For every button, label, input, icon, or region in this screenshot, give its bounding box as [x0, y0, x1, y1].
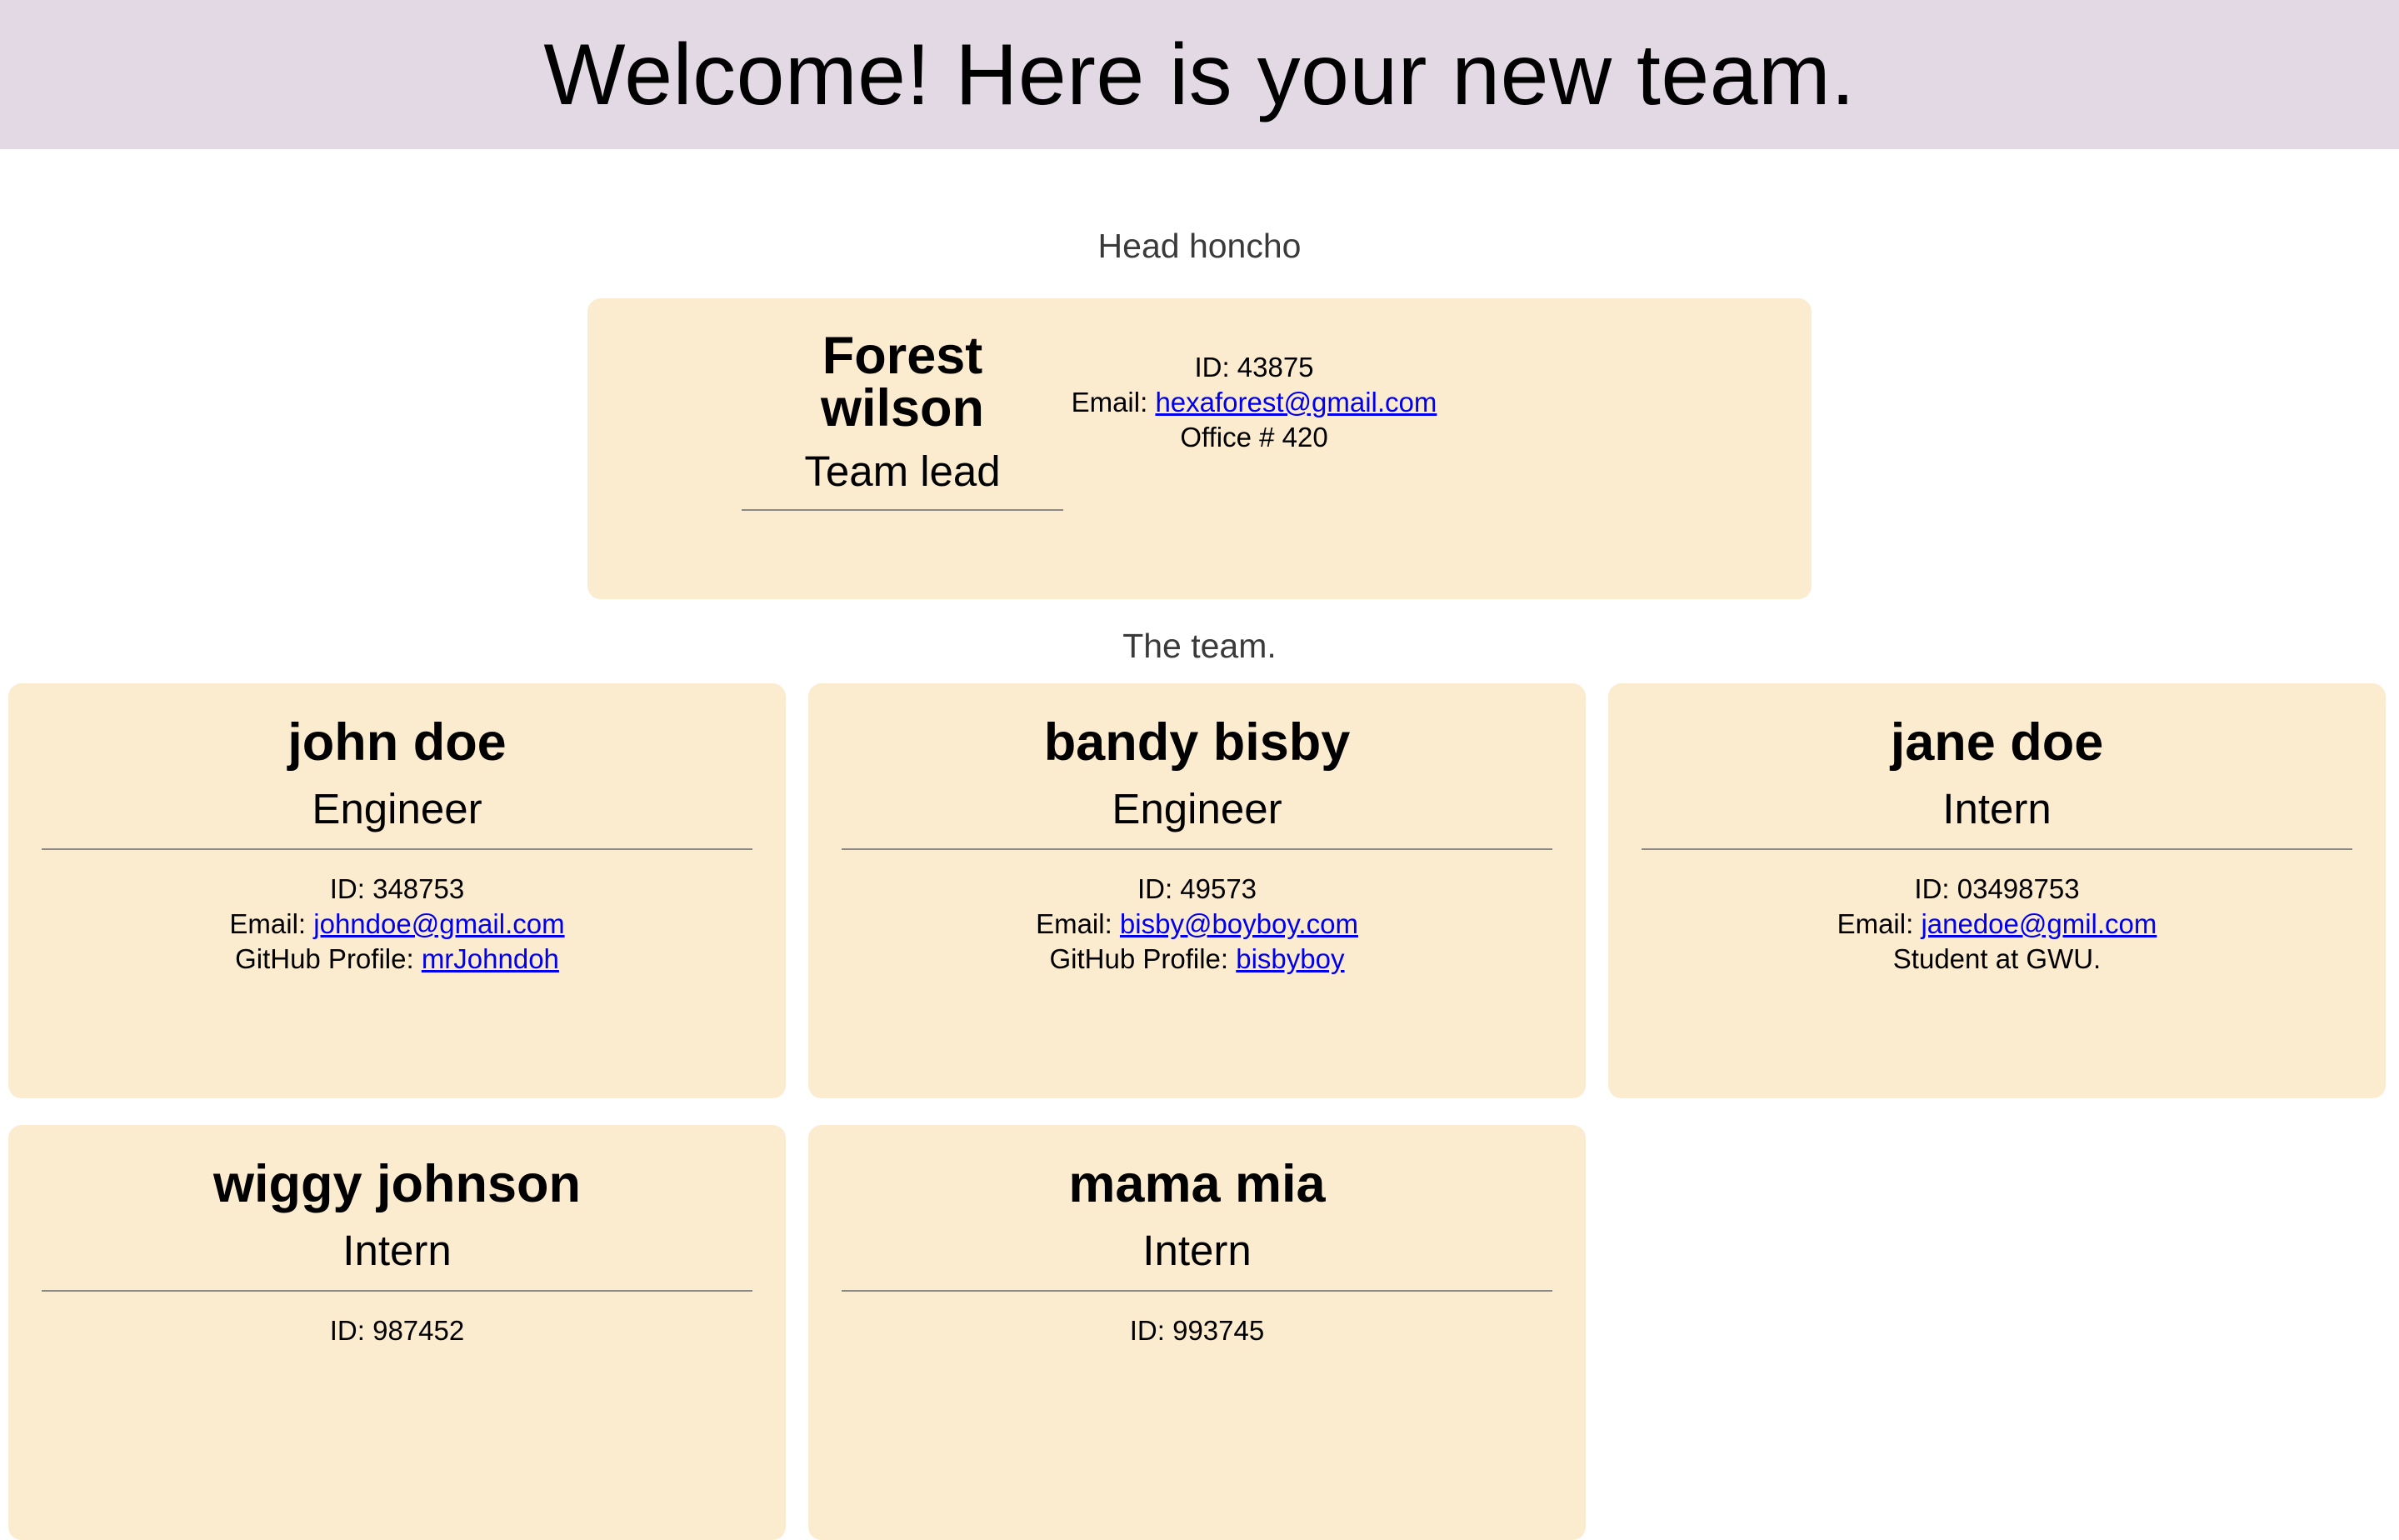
employee-email-row: Email: bisby@boyboy.com	[842, 907, 1552, 942]
employee-email-row: Email: johndoe@gmail.com	[42, 907, 752, 942]
employee-id: ID: 348753	[329, 873, 465, 904]
email-link[interactable]: johndoe@gmail.com	[313, 908, 564, 939]
employee-role: Engineer	[312, 785, 482, 832]
employee-email-row: Email: janedoe@gmil.com	[1642, 907, 2352, 942]
email-link[interactable]: hexaforest@gmail.com	[1155, 387, 1437, 418]
team-section-label: The team.	[1122, 627, 1277, 665]
divider	[42, 1290, 752, 1292]
email-link[interactable]: bisby@boyboy.com	[1120, 908, 1358, 939]
github-label: GitHub Profile:	[235, 943, 422, 974]
divider	[742, 509, 1063, 511]
employee-name: mama mia	[1068, 1155, 1326, 1213]
github-row: GitHub Profile: mrJohndoh	[42, 942, 752, 977]
employee-role: Intern	[1142, 1227, 1252, 1274]
employee-details: ID: 987452	[42, 1313, 752, 1348]
email-label: Email:	[229, 908, 314, 939]
team-member-card: bandy bisby Engineer ID: 49573 Email: bi…	[808, 683, 1586, 1098]
employee-details: ID: 993745	[842, 1313, 1552, 1348]
employee-id: ID: 43875	[1194, 352, 1314, 382]
employee-role: Intern	[1942, 785, 2052, 832]
team-member-card: wiggy johnson Intern ID: 987452	[8, 1125, 786, 1540]
team-member-card: mama mia Intern ID: 993745	[808, 1125, 1586, 1540]
employee-details: ID: 348753 Email: johndoe@gmail.com GitH…	[42, 872, 752, 977]
employee-id: ID: 49573	[1137, 873, 1257, 904]
employee-id: ID: 987452	[329, 1315, 465, 1346]
github-link[interactable]: bisbyboy	[1236, 943, 1344, 974]
employee-email-row: Email: hexaforest@gmail.com	[930, 385, 1578, 420]
email-label: Email:	[1071, 387, 1156, 418]
divider	[842, 848, 1552, 850]
email-label: Email:	[1837, 908, 1922, 939]
employee-name: bandy bisby	[1043, 713, 1351, 772]
employee-id: ID: 03498753	[1914, 873, 2080, 904]
email-link[interactable]: janedoe@gmil.com	[1921, 908, 2157, 939]
office-number: Office # 420	[1180, 422, 1328, 452]
manager-card: Forest wilson Team lead ID: 43875 Email:…	[587, 298, 1812, 599]
email-label: Email:	[1036, 908, 1120, 939]
github-label: GitHub Profile:	[1049, 943, 1237, 974]
page-title: Welcome! Here is your new team.	[543, 26, 1856, 123]
employee-role: Intern	[342, 1227, 452, 1274]
github-link[interactable]: mrJohndoh	[422, 943, 559, 974]
divider	[42, 848, 752, 850]
divider	[842, 1290, 1552, 1292]
divider	[1642, 848, 2352, 850]
employee-role: Engineer	[1112, 785, 1282, 832]
employee-id: ID: 993745	[1129, 1315, 1265, 1346]
employee-name: wiggy johnson	[213, 1155, 581, 1213]
team-member-card: jane doe Intern ID: 03498753 Email: jane…	[1608, 683, 2386, 1098]
employee-name: jane doe	[1890, 713, 2104, 772]
team-member-card: john doe Engineer ID: 348753 Email: john…	[8, 683, 786, 1098]
github-row: GitHub Profile: bisbyboy	[842, 942, 1552, 977]
employee-name: john doe	[287, 713, 507, 772]
employee-details: ID: 49573 Email: bisby@boyboy.com GitHub…	[842, 872, 1552, 977]
school-text: Student at GWU.	[1892, 943, 2102, 974]
employee-details: ID: 43875 Email: hexaforest@gmail.com Of…	[930, 350, 1578, 455]
employee-role: Team lead	[804, 448, 1001, 495]
manager-section-label: Head honcho	[1097, 227, 1302, 265]
employee-details: ID: 03498753 Email: janedoe@gmil.com Stu…	[1642, 872, 2352, 977]
page-banner: Welcome! Here is your new team.	[0, 0, 2399, 149]
